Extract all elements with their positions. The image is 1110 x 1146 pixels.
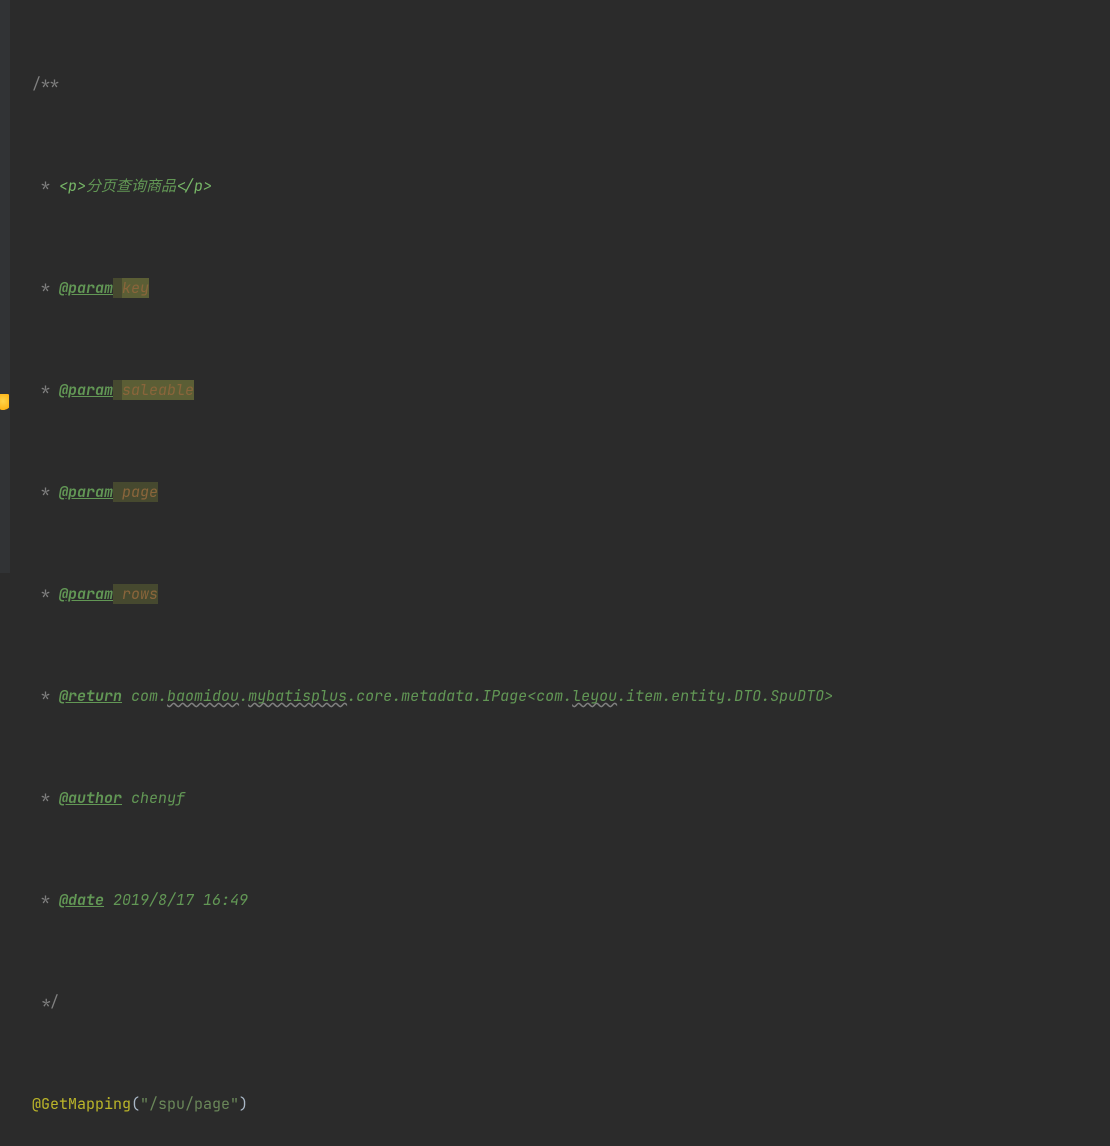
javadoc-html-tag: </p> bbox=[176, 176, 212, 196]
javadoc-start: /** bbox=[32, 74, 59, 94]
javadoc-typo: mybatisplus bbox=[248, 686, 347, 706]
string-literal: "/spu/page" bbox=[140, 1094, 239, 1114]
code-editor[interactable]: /** * <p>分页查询商品</p> * @param key * @para… bbox=[10, 0, 1110, 573]
code-line: * @param key bbox=[10, 270, 1110, 306]
code-line: */ bbox=[10, 984, 1110, 1020]
javadoc-param-tag: @param bbox=[59, 482, 113, 502]
javadoc-return-tag: @return bbox=[59, 686, 122, 706]
annotation-getmapping: @GetMapping bbox=[32, 1094, 131, 1114]
javadoc-typo: baomidou bbox=[167, 686, 239, 706]
javadoc-param-name: saleable bbox=[122, 380, 194, 400]
javadoc-text: 分页查询商品 bbox=[86, 176, 176, 196]
code-line: * @author chenyf bbox=[10, 780, 1110, 816]
intention-bulb-icon[interactable] bbox=[0, 394, 9, 412]
javadoc-date-tag: @date bbox=[59, 890, 104, 910]
code-line: * @return com.baomidou.mybatisplus.core.… bbox=[10, 678, 1110, 714]
code-line: /** bbox=[10, 66, 1110, 102]
javadoc-date-value: 2019/8/17 16:49 bbox=[104, 890, 248, 910]
javadoc-param-name: page bbox=[122, 482, 158, 502]
code-line: * @date 2019/8/17 16:49 bbox=[10, 882, 1110, 918]
code-line: @GetMapping("/spu/page") bbox=[10, 1086, 1110, 1122]
code-line: * @param page bbox=[10, 474, 1110, 510]
javadoc-typo: leyou bbox=[572, 686, 617, 706]
javadoc-param-tag: @param bbox=[59, 278, 113, 298]
javadoc-param-tag: @param bbox=[59, 584, 113, 604]
javadoc-param-name: key bbox=[122, 278, 149, 298]
code-line: * @param rows bbox=[10, 576, 1110, 612]
code-line: * @param saleable bbox=[10, 372, 1110, 408]
code-line: * <p>分页查询商品</p> bbox=[10, 168, 1110, 204]
javadoc-param-name: rows bbox=[122, 584, 158, 604]
javadoc-end: */ bbox=[32, 992, 59, 1012]
javadoc-author-tag: @author bbox=[59, 788, 122, 808]
editor-gutter bbox=[0, 0, 10, 573]
javadoc-html-tag: <p> bbox=[59, 176, 86, 196]
javadoc-author-value: chenyf bbox=[122, 788, 185, 808]
javadoc-param-tag: @param bbox=[59, 380, 113, 400]
